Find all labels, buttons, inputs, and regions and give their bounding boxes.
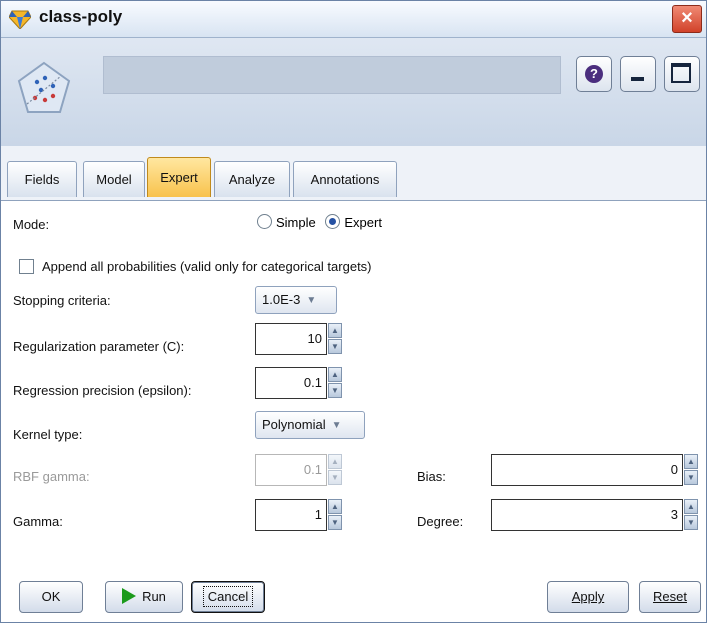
bias-spinner: 0 ▲ ▼ [491, 454, 705, 486]
degree-spinner: 3 ▲ ▼ [491, 499, 705, 531]
rbf-gamma-label: RBF gamma: [13, 469, 90, 484]
tab-expert[interactable]: Expert [147, 157, 211, 197]
degree-input[interactable]: 3 [491, 499, 683, 531]
spinner-arrows-icon[interactable]: ▲ ▼ [684, 454, 698, 486]
title-bar[interactable]: class-poly × [1, 1, 706, 38]
regularization-label: Regularization parameter (C): [13, 339, 185, 354]
spin-down-button: ▼ [328, 470, 342, 485]
bias-input[interactable]: 0 [491, 454, 683, 486]
chevron-down-icon: ▼ [331, 420, 342, 431]
tab-fields[interactable]: Fields [7, 161, 77, 197]
regularization-input[interactable]: 10 [255, 323, 327, 355]
dialog-window: class-poly × ? Fields Model Expert Analy… [0, 0, 707, 623]
chevron-down-icon: ▼ [306, 295, 317, 306]
bias-label: Bias: [417, 469, 446, 484]
spinner-arrows-icon[interactable]: ▲ ▼ [328, 499, 342, 531]
tab-model[interactable]: Model [83, 161, 145, 197]
ok-label: OK [41, 589, 61, 604]
stopping-criteria-dropdown[interactable]: 1.0E-3 ▼ [255, 286, 337, 314]
spin-down-button[interactable]: ▼ [328, 515, 342, 530]
cancel-button[interactable]: Cancel [191, 581, 265, 613]
spinner-arrows-icon[interactable]: ▲ ▼ [328, 367, 342, 399]
run-button[interactable]: Run [105, 581, 183, 613]
node-name-field[interactable] [103, 56, 561, 94]
append-probabilities-checkbox[interactable] [19, 259, 34, 274]
rbf-gamma-spinner: 0.1 ▲ ▼ [255, 454, 343, 486]
spin-up-button[interactable]: ▲ [684, 499, 698, 514]
mode-expert-label: Expert [344, 215, 382, 230]
cancel-label: Cancel [202, 586, 254, 607]
close-icon: × [681, 7, 693, 29]
append-probabilities-label: Append all probabilities (valid only for… [42, 259, 372, 274]
epsilon-spinner: 0.1 ▲ ▼ [255, 367, 343, 399]
maximize-button[interactable] [664, 56, 700, 92]
close-button[interactable]: × [672, 5, 702, 33]
kernel-type-label: Kernel type: [13, 427, 83, 442]
gamma-label: Gamma: [13, 514, 63, 529]
spin-up-button[interactable]: ▲ [684, 454, 698, 469]
mode-simple-label: Simple [276, 215, 316, 230]
play-icon [122, 588, 137, 604]
stopping-criteria-value: 1.0E-3 [262, 292, 301, 307]
spin-down-button[interactable]: ▼ [328, 383, 342, 398]
spinner-arrows-icon: ▲ ▼ [328, 454, 342, 486]
reset-button[interactable]: Reset [639, 581, 701, 613]
spin-up-button[interactable]: ▲ [328, 367, 342, 382]
rbf-gamma-input: 0.1 [255, 454, 327, 486]
epsilon-input[interactable]: 0.1 [255, 367, 327, 399]
degree-label: Degree: [417, 514, 464, 529]
spin-down-button[interactable]: ▼ [684, 515, 698, 530]
spin-up-button[interactable]: ▲ [328, 499, 342, 514]
spin-up-button: ▲ [328, 454, 342, 469]
apply-button[interactable]: Apply [547, 581, 629, 613]
mode-simple-radio[interactable] [257, 214, 272, 229]
gamma-spinner: 1 ▲ ▼ [255, 499, 343, 531]
apply-label: Apply [571, 589, 605, 604]
tab-analyze[interactable]: Analyze [214, 161, 290, 197]
spin-down-button[interactable]: ▼ [328, 339, 342, 354]
spinner-arrows-icon[interactable]: ▲ ▼ [328, 323, 342, 355]
expert-panel: Mode: Simple Expert Append all probabili… [1, 200, 706, 622]
svm-model-node-icon [17, 61, 71, 113]
spin-up-button[interactable]: ▲ [328, 323, 342, 338]
run-label: Run [142, 589, 166, 604]
epsilon-label: Regression precision (epsilon): [13, 383, 192, 398]
mode-expert-radio[interactable] [325, 214, 341, 229]
node-header: ? [1, 38, 706, 146]
regularization-spinner: 10 ▲ ▼ [255, 323, 343, 355]
gamma-input[interactable]: 1 [255, 499, 327, 531]
minimize-button[interactable] [620, 56, 656, 92]
help-icon: ? [585, 65, 603, 83]
help-button[interactable]: ? [576, 56, 612, 92]
ok-button[interactable]: OK [19, 581, 83, 613]
maximize-icon [671, 63, 691, 83]
gem-icon [9, 10, 31, 29]
tab-annotations[interactable]: Annotations [293, 161, 397, 197]
kernel-type-dropdown[interactable]: Polynomial ▼ [255, 411, 365, 439]
mode-label: Mode: [13, 217, 50, 232]
spinner-arrows-icon[interactable]: ▲ ▼ [684, 499, 698, 531]
stopping-criteria-label: Stopping criteria: [13, 293, 111, 308]
window-title: class-poly [39, 7, 123, 26]
mode-radio-group: Simple Expert [257, 214, 382, 234]
kernel-type-value: Polynomial [262, 417, 326, 432]
spin-down-button[interactable]: ▼ [684, 470, 698, 485]
reset-label: Reset [653, 589, 687, 604]
minimize-icon [631, 77, 644, 81]
